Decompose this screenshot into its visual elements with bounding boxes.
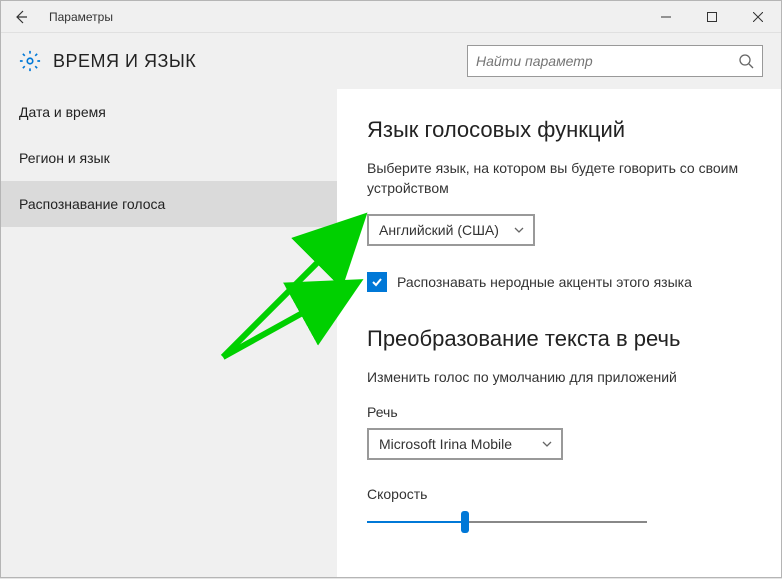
chevron-down-icon [541, 438, 553, 450]
language-select[interactable]: Английский (США) [367, 214, 535, 246]
close-button[interactable] [735, 1, 781, 33]
close-icon [753, 12, 763, 22]
header: ВРЕМЯ И ЯЗЫК [1, 33, 781, 89]
checkmark-icon [370, 275, 384, 289]
speed-label: Скорость [367, 486, 751, 502]
maximize-button[interactable] [689, 1, 735, 33]
section-title-speech-language: Язык голосовых функций [367, 117, 751, 143]
section-description: Выберите язык, на котором вы будете гово… [367, 159, 747, 198]
titlebar: Параметры [1, 1, 781, 33]
back-button[interactable] [1, 1, 41, 33]
minimize-button[interactable] [643, 1, 689, 33]
settings-window: Параметры ВРЕМЯ И ЯЗЫК Дата и время Реги… [0, 0, 782, 578]
window-title: Параметры [41, 10, 643, 24]
voice-select[interactable]: Microsoft Irina Mobile [367, 428, 563, 460]
section-title-tts: Преобразование текста в речь [367, 326, 751, 352]
voice-select-value: Microsoft Irina Mobile [379, 436, 512, 452]
main-panel: Язык голосовых функций Выберите язык, на… [337, 89, 781, 577]
section-description-tts: Изменить голос по умолчанию для приложен… [367, 368, 747, 388]
maximize-icon [707, 12, 717, 22]
sidebar-item-label: Дата и время [19, 104, 106, 120]
minimize-icon [661, 12, 671, 22]
sidebar: Дата и время Регион и язык Распознавание… [1, 89, 337, 577]
sidebar-item-speech[interactable]: Распознавание голоса [1, 181, 337, 227]
content-body: Дата и время Регион и язык Распознавание… [1, 89, 781, 577]
slider-track [367, 521, 647, 523]
arrow-left-icon [13, 9, 29, 25]
window-controls [643, 1, 781, 33]
sidebar-item-label: Регион и язык [19, 150, 110, 166]
sidebar-item-date-time[interactable]: Дата и время [1, 89, 337, 135]
slider-thumb[interactable] [461, 511, 469, 533]
voice-label: Речь [367, 404, 751, 420]
chevron-down-icon [513, 224, 525, 236]
search-input[interactable] [476, 53, 738, 69]
gear-icon [19, 50, 41, 72]
accent-checkbox-label: Распознавать неродные акценты этого язык… [397, 274, 692, 290]
sidebar-item-region-language[interactable]: Регион и язык [1, 135, 337, 181]
search-box[interactable] [467, 45, 763, 77]
accent-checkbox-row: Распознавать неродные акценты этого язык… [367, 272, 751, 292]
speed-slider[interactable] [367, 510, 647, 534]
accent-checkbox[interactable] [367, 272, 387, 292]
language-select-value: Английский (США) [379, 222, 499, 238]
page-title: ВРЕМЯ И ЯЗЫК [53, 51, 467, 72]
search-icon [738, 53, 754, 69]
sidebar-item-label: Распознавание голоса [19, 196, 165, 212]
